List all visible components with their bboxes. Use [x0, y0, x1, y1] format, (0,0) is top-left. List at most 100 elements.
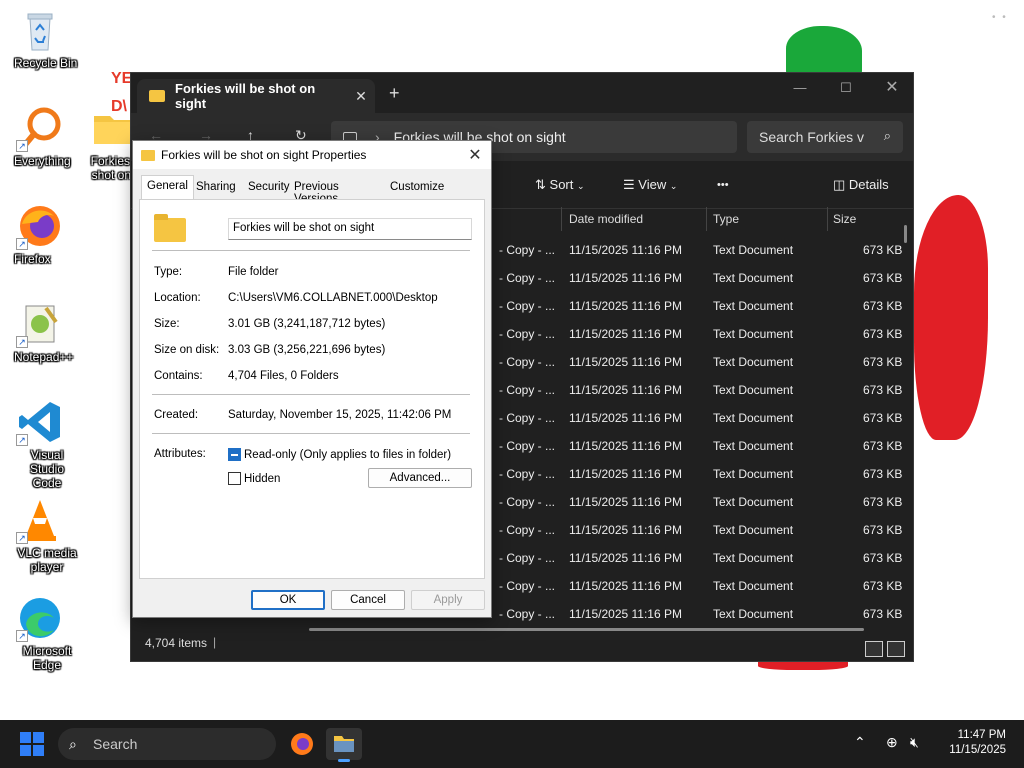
minimize-button[interactable]: —: [777, 77, 823, 103]
apply-button[interactable]: Apply: [411, 590, 485, 610]
file-type: Text Document: [713, 411, 794, 425]
file-size: 673 KB: [863, 355, 903, 369]
file-name: - Copy - ...: [499, 523, 556, 537]
close-tab-icon[interactable]: ✕: [347, 88, 375, 105]
tab-bar: Forkies will be shot on sight ✕ + — ☐ ✕: [131, 73, 913, 113]
desktop-icon-vscode[interactable]: ↗ Visual Studio Code: [0, 398, 80, 490]
desktop-icon-everything[interactable]: ↗ Everything: [0, 104, 80, 168]
file-row[interactable]: - Copy - ... 11/15/2025 11:16 PM Text Docu…: [491, 544, 913, 572]
taskbar-firefox[interactable]: [284, 728, 320, 760]
view-button[interactable]: ☰ View ⌄: [623, 177, 677, 193]
file-row[interactable]: - Copy - ... 11/15/2025 11:16 PM Text Docu…: [491, 488, 913, 516]
file-row[interactable]: - Copy - ... 11/15/2025 11:16 PM Text Docu…: [491, 320, 913, 348]
readonly-checkbox[interactable]: [228, 448, 241, 461]
everything-search-icon: ↗: [16, 104, 64, 152]
ok-button[interactable]: OK: [251, 590, 325, 610]
taskbar-search[interactable]: ⌕ Search: [58, 728, 276, 760]
location-label: Location:: [154, 292, 201, 304]
details-pane-button[interactable]: ◫ Details: [833, 177, 889, 193]
file-name: - Copy - ...: [499, 551, 556, 565]
search-input[interactable]: Search Forkies v ⌕: [747, 121, 903, 153]
search-icon: ⌕: [883, 128, 891, 143]
desktop-icon-edge[interactable]: ↗ Microsoft Edge: [0, 594, 80, 672]
desktop-icon-notepad-plus-plus[interactable]: ↗ Notepad++: [0, 300, 80, 364]
taskbar: ⌕ Search ⌃ ⊕ 🔇︎ 11:47 PM 11/15/2025: [0, 720, 1024, 768]
tab-sharing[interactable]: Sharing: [191, 177, 241, 199]
tab-security[interactable]: Security: [243, 177, 295, 199]
column-size[interactable]: Size: [833, 212, 856, 226]
file-size: 673 KB: [863, 271, 903, 285]
speaker-muted-icon[interactable]: 🔇︎: [910, 734, 919, 751]
file-date: 11/15/2025 11:16 PM: [569, 551, 682, 565]
active-indicator: [338, 759, 350, 762]
file-type: Text Document: [713, 607, 794, 621]
folder-icon: [154, 214, 186, 242]
file-date: 11/15/2025 11:16 PM: [569, 383, 682, 397]
desktop-icon-recycle-bin[interactable]: Recycle Bin: [0, 6, 80, 70]
created-label: Created:: [154, 409, 199, 421]
cancel-button[interactable]: Cancel: [331, 590, 405, 610]
tab-general[interactable]: General: [141, 175, 194, 199]
column-type[interactable]: Type: [713, 212, 739, 226]
hidden-checkbox[interactable]: [228, 472, 241, 485]
file-row[interactable]: - Copy - ... 11/15/2025 11:16 PM Text Docu…: [491, 600, 913, 628]
file-row[interactable]: - Copy - ... 11/15/2025 11:16 PM Text Docu…: [491, 292, 913, 320]
system-clock[interactable]: 11:47 PM 11/15/2025: [949, 728, 1006, 758]
close-window-button[interactable]: ✕: [869, 77, 915, 103]
new-tab-button[interactable]: +: [389, 83, 400, 104]
file-type: Text Document: [713, 495, 794, 509]
file-size: 673 KB: [863, 299, 903, 313]
file-name: - Copy - ...: [499, 355, 556, 369]
file-type: Text Document: [713, 383, 794, 397]
file-row[interactable]: - Copy - ... 11/15/2025 11:16 PM Text Docu…: [491, 376, 913, 404]
file-size: 673 KB: [863, 383, 903, 397]
close-icon[interactable]: ✕: [465, 145, 485, 165]
desktop-icon-firefox[interactable]: ↗ Firefox: [0, 202, 80, 266]
readonly-label: Read-only (Only applies to files in fold…: [244, 449, 452, 461]
file-size: 673 KB: [863, 523, 903, 537]
more-options-button[interactable]: •••: [717, 179, 729, 191]
file-type: Text Document: [713, 299, 794, 313]
chevron-up-icon[interactable]: ⌃: [854, 734, 866, 751]
file-row[interactable]: - Copy - ... 11/15/2025 11:16 PM Text Docu…: [491, 572, 913, 600]
file-row[interactable]: - Copy - ... 11/15/2025 11:16 PM Text Docu…: [491, 432, 913, 460]
tab-previous-versions[interactable]: Previous Versions: [289, 177, 344, 205]
file-row[interactable]: - Copy - ... 11/15/2025 11:16 PM Text Docu…: [491, 236, 913, 264]
file-row[interactable]: - Copy - ... 11/15/2025 11:16 PM Text Docu…: [491, 460, 913, 488]
globe-icon[interactable]: ⊕: [886, 734, 898, 751]
attributes-label: Attributes:: [154, 448, 206, 460]
sort-button[interactable]: ⇅ Sort ⌄: [535, 177, 585, 193]
shortcut-arrow-icon: ↗: [16, 532, 28, 544]
contains-value: 4,704 Files, 0 Folders: [228, 370, 339, 382]
file-row[interactable]: - Copy - ... 11/15/2025 11:16 PM Text Docu…: [491, 404, 913, 432]
recycle-bin-icon: [16, 6, 64, 54]
column-date-modified[interactable]: Date modified: [569, 212, 643, 226]
details-view-icon[interactable]: [865, 641, 883, 657]
file-row[interactable]: - Copy - ... 11/15/2025 11:16 PM Text Docu…: [491, 264, 913, 292]
tab-customize[interactable]: Customize: [385, 177, 449, 199]
file-row[interactable]: - Copy - ... 11/15/2025 11:16 PM Text Docu…: [491, 516, 913, 544]
explorer-tab[interactable]: Forkies will be shot on sight ✕: [137, 79, 375, 113]
file-type: Text Document: [713, 467, 794, 481]
file-size: 673 KB: [863, 439, 903, 453]
file-name: - Copy - ...: [499, 495, 556, 509]
tiles-view-icon[interactable]: [887, 641, 905, 657]
file-row[interactable]: - Copy - ... 11/15/2025 11:16 PM Text Docu…: [491, 348, 913, 376]
file-date: 11/15/2025 11:16 PM: [569, 439, 682, 453]
file-size: 673 KB: [863, 495, 903, 509]
file-list: - Copy - ... 11/15/2025 11:16 PM Text Docu…: [491, 236, 913, 628]
file-date: 11/15/2025 11:16 PM: [569, 495, 682, 509]
windows-start-icon[interactable]: [20, 732, 44, 756]
folder-icon: [149, 90, 165, 102]
view-toggle: [865, 641, 905, 657]
folder-name-field[interactable]: Forkies will be shot on sight: [228, 218, 472, 240]
file-name: - Copy - ...: [499, 243, 556, 257]
advanced-button[interactable]: Advanced...: [368, 468, 472, 488]
shortcut-arrow-icon: ↗: [16, 238, 28, 250]
taskbar-file-explorer[interactable]: [326, 728, 362, 762]
green-paint-blob: [786, 26, 862, 76]
desktop-icon-vlc[interactable]: ↗ VLC media player: [0, 496, 80, 574]
file-date: 11/15/2025 11:16 PM: [569, 579, 682, 593]
file-type: Text Document: [713, 327, 794, 341]
maximize-button[interactable]: ☐: [823, 77, 869, 103]
